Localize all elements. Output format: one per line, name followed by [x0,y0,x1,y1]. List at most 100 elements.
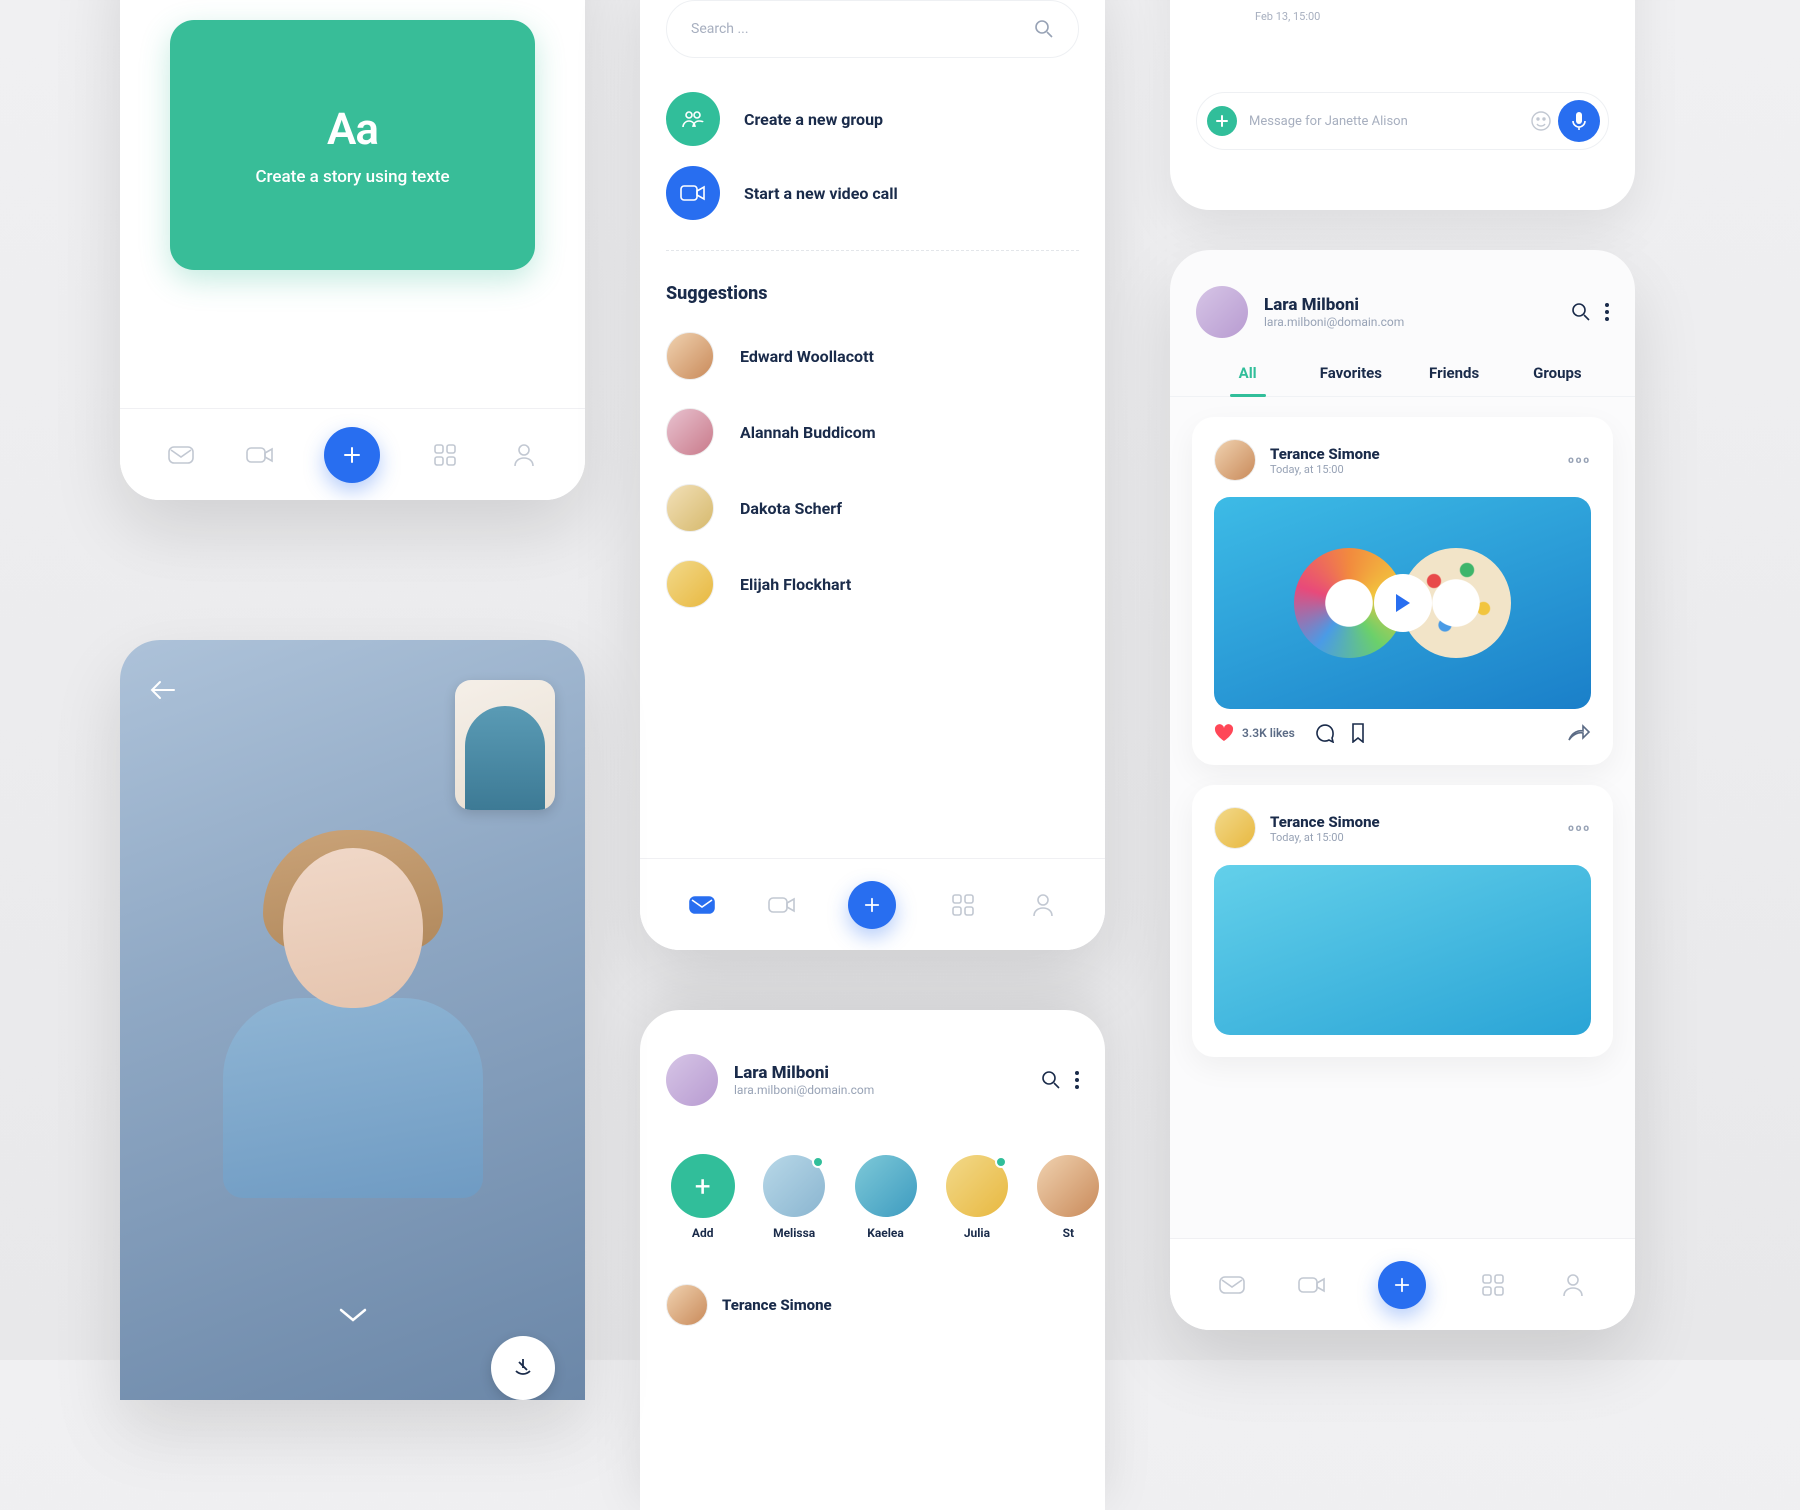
emoji-icon[interactable] [1530,110,1552,132]
profile-name: Lara Milboni [734,1063,874,1083]
profile-icon[interactable] [1029,891,1057,919]
start-video-row[interactable]: Start a new video call [640,156,1105,230]
avatar [666,484,714,532]
tab-groups[interactable]: Groups [1506,348,1609,396]
avatar [666,332,714,380]
mail-icon[interactable] [1218,1271,1246,1299]
text-icon: Aa [327,103,378,155]
search-input[interactable]: Search ... [666,0,1079,58]
create-group-row[interactable]: Create a new group [640,82,1105,156]
bottom-nav [1170,1238,1635,1330]
heart-icon[interactable] [1214,724,1234,742]
search-icon [1034,19,1054,39]
post-time: Today, at 15:00 [1270,831,1380,844]
post-author: Terance Simone [1270,813,1380,831]
grid-icon[interactable] [431,441,459,469]
mail-icon[interactable] [167,441,195,469]
suggestion-name: Edward Woollacott [740,347,874,366]
avatar [666,1284,708,1326]
post-more-icon[interactable]: ooo [1568,455,1591,466]
story-label: Melissa [773,1226,815,1240]
online-dot [812,1156,824,1168]
add-fab[interactable] [324,427,380,483]
search-icon[interactable] [1571,302,1591,322]
bookmark-icon[interactable] [1351,723,1365,743]
story-label: Kaelea [867,1226,904,1240]
stories-feed-screen: Lara Milboni lara.milboni@domain.com + A… [640,1010,1105,1510]
feed-screen: Lara Milboni lara.milboni@domain.com All… [1170,250,1635,1330]
post-author: Terance Simone [1270,445,1380,463]
avatar [666,408,714,456]
story-item[interactable]: Melissa [757,1154,830,1240]
post-more-icon[interactable]: ooo [1568,823,1591,834]
story-item[interactable]: Kaelea [849,1154,922,1240]
share-icon[interactable] [1567,724,1591,742]
grid-icon[interactable] [949,891,977,919]
online-dot [995,1156,1007,1168]
attach-button[interactable] [1207,106,1237,136]
add-story[interactable]: + Add [666,1154,739,1240]
suggestion-name: Elijah Flockhart [740,575,851,594]
avatar [666,560,714,608]
post-time: Today, at 15:00 [1270,463,1380,476]
story-label: Julia [964,1226,990,1240]
post-card: Terance Simone Today, at 15:00 ooo [1192,785,1613,1057]
message-timestamp: Feb 13, 15:00 [1255,10,1320,23]
suggestion-row[interactable]: Edward Woollacott [640,318,1105,394]
suggestion-row[interactable]: Alannah Buddicom [640,394,1105,470]
group-icon [666,92,720,146]
video-icon[interactable] [246,441,274,469]
post-media[interactable] [1214,865,1591,1035]
post-actions: 3.3K likes [1214,723,1591,743]
search-placeholder: Search ... [691,21,1034,37]
text-story-card[interactable]: Aa Create a story using texte [170,20,535,270]
suggestion-row[interactable]: Dakota Scherf [640,470,1105,546]
story-creation-screen: Aa Create a story using texte [120,0,585,500]
tab-favorites[interactable]: Favorites [1299,348,1402,396]
suggestion-row[interactable]: Elijah Flockhart [640,546,1105,622]
grid-icon[interactable] [1479,1271,1507,1299]
story-item[interactable]: St [1032,1154,1105,1240]
tab-friends[interactable]: Friends [1403,348,1506,396]
suggestion-name: Alannah Buddicom [740,423,876,442]
chevron-down-icon[interactable] [339,1308,367,1324]
plus-icon: + [671,1154,735,1218]
video-icon[interactable] [1298,1271,1326,1299]
chat-screen: Feb 13, 15:00 Message for Janette Alison [1170,0,1635,210]
more-icon[interactable] [1075,1071,1079,1089]
message-input[interactable]: Message for Janette Alison [1196,92,1609,150]
feed-tabs: All Favorites Friends Groups [1170,348,1635,397]
add-fab[interactable] [848,881,896,929]
profile-email: lara.milboni@domain.com [734,1083,874,1097]
comment-icon[interactable] [1315,723,1335,743]
play-icon[interactable] [1374,574,1432,632]
avatar[interactable] [1214,439,1256,481]
search-icon[interactable] [1041,1070,1061,1090]
stories-row: + Add Melissa Kaelea Julia St [640,1124,1105,1248]
profile-header: Lara Milboni lara.milboni@domain.com [640,1010,1105,1124]
avatar[interactable] [666,1054,718,1106]
profile-name: Lara Milboni [1264,295,1404,315]
profile-icon[interactable] [1559,1271,1587,1299]
video-call-icon [666,166,720,220]
feed-item[interactable]: Terance Simone [640,1248,1105,1326]
self-preview[interactable] [455,680,555,810]
avatar[interactable] [1196,286,1248,338]
add-fab[interactable] [1378,1261,1426,1309]
story-label: St [1063,1226,1074,1240]
profile-icon[interactable] [510,441,538,469]
divider [666,250,1079,251]
voice-button[interactable] [1558,100,1600,142]
mute-button[interactable] [491,1336,555,1400]
back-arrow-icon[interactable] [150,680,176,700]
feed-author: Terance Simone [722,1296,832,1314]
discover-screen: Search ... Create a new group Start a ne… [640,0,1105,950]
avatar[interactable] [1214,807,1256,849]
video-icon[interactable] [768,891,796,919]
more-icon[interactable] [1605,303,1609,321]
bottom-nav [640,858,1105,950]
mail-icon[interactable] [688,891,716,919]
post-media[interactable] [1214,497,1591,709]
tab-all[interactable]: All [1196,348,1299,396]
story-item[interactable]: Julia [940,1154,1013,1240]
